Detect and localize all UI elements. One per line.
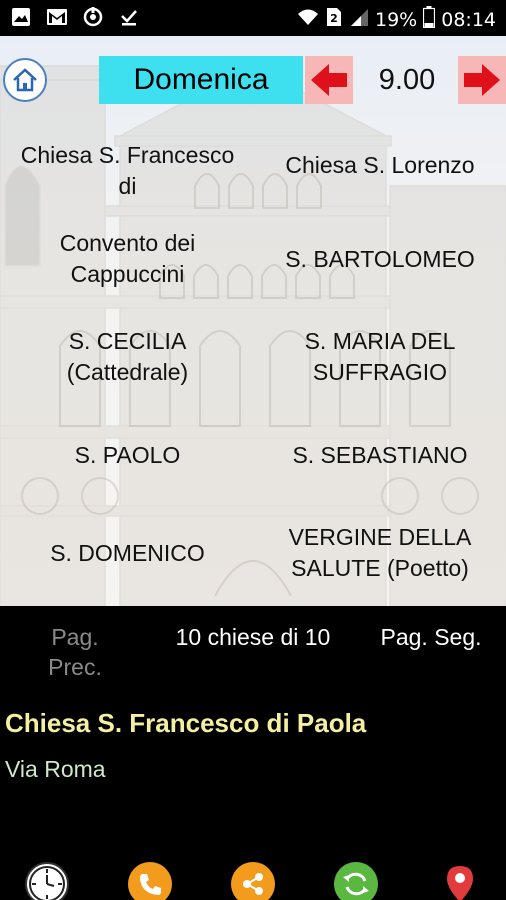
sync-icon — [82, 6, 104, 28]
church-item[interactable]: S. CECILIA (Cattedrale) — [20, 326, 235, 388]
arrow-left-icon — [311, 64, 347, 96]
home-icon — [13, 68, 37, 92]
download-done-icon — [118, 6, 140, 28]
church-item[interactable]: Convento dei Cappuccini — [20, 228, 235, 290]
image-icon — [10, 6, 32, 28]
page-count: 10 chiese di 10 — [175, 624, 331, 650]
phone-icon[interactable] — [128, 862, 172, 900]
selected-church-title: Chiesa S. Francesco di Paola — [5, 708, 367, 738]
refresh-icon[interactable] — [334, 862, 378, 900]
sim-2-icon: 2 — [325, 7, 343, 32]
notification-icons — [10, 6, 140, 28]
gmail-icon — [46, 6, 68, 28]
home-button[interactable] — [3, 58, 47, 102]
system-icons: 2 19% 08:14 — [297, 6, 496, 33]
wifi-icon — [297, 8, 319, 31]
church-item[interactable]: S. DOMENICO — [20, 538, 235, 569]
church-item[interactable]: S. SEBASTIANO — [262, 440, 498, 471]
previous-time-button[interactable] — [305, 56, 353, 104]
church-item[interactable]: VERGINE DELLA SALUTE (Poetto) — [262, 522, 498, 584]
church-item[interactable]: S. BARTOLOMEO — [262, 244, 498, 275]
church-item[interactable]: S. PAOLO — [20, 440, 235, 471]
mass-time: 9.00 — [378, 63, 436, 96]
church-item[interactable]: Chiesa S. Francesco di — [20, 140, 235, 202]
arrow-right-icon — [464, 64, 500, 96]
church-item[interactable]: Chiesa S. Lorenzo — [262, 150, 498, 181]
clock-icon[interactable] — [25, 862, 69, 900]
share-icon[interactable] — [231, 862, 275, 900]
day-selector[interactable]: Domenica — [99, 56, 303, 104]
status-bar: 2 19% 08:14 — [0, 0, 506, 36]
church-item[interactable]: S. MARIA DEL SUFFRAGIO — [262, 326, 498, 388]
next-page-button[interactable]: Pag. Seg. — [366, 624, 496, 651]
pager: Pag. Prec. 10 chiese di 10 Pag. Seg. — [0, 606, 506, 690]
next-time-button[interactable] — [458, 56, 506, 104]
status-time: 08:14 — [441, 8, 496, 31]
battery-icon — [423, 6, 436, 33]
battery-percent: 19% — [375, 8, 418, 31]
church-grid-panel: Domenica 9.00 Chiesa S. Francesco di Chi… — [0, 36, 506, 606]
signal-icon — [349, 7, 369, 32]
cathedral-background-image — [0, 65, 506, 606]
bottom-action-bar — [0, 858, 506, 900]
previous-page-button[interactable]: Pag. Prec. — [30, 622, 120, 682]
selected-church-address: Via Roma — [5, 756, 106, 782]
map-pin-icon[interactable] — [438, 862, 482, 900]
svg-text:2: 2 — [330, 12, 338, 25]
